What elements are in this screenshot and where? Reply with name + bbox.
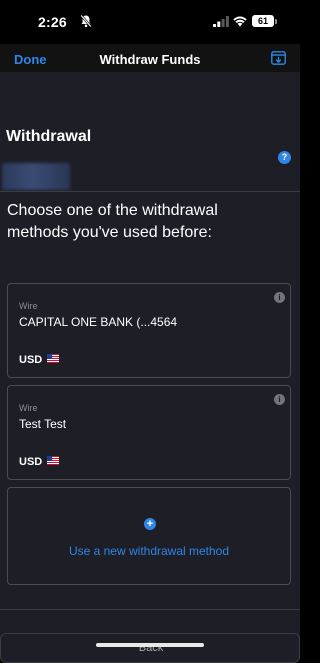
info-icon[interactable]: i	[274, 394, 285, 405]
wifi-icon	[233, 16, 247, 27]
method-name: CAPITAL ONE BANK (...4564	[19, 315, 178, 329]
add-method-label: Use a new withdrawal method	[68, 544, 230, 558]
battery-icon: 61	[252, 15, 274, 27]
account-redacted	[2, 163, 70, 190]
method-name: Test Test	[19, 417, 67, 431]
battery-tip	[275, 19, 277, 24]
plus-icon: +	[144, 518, 156, 530]
done-button[interactable]: Done	[14, 52, 47, 67]
home-indicator	[96, 643, 204, 647]
back-button[interactable]: Back	[0, 633, 300, 663]
add-withdrawal-method-card[interactable]: + Use a new withdrawal method	[7, 487, 291, 585]
us-flag-icon	[47, 354, 59, 363]
withdrawal-method-card[interactable]: i Wire CAPITAL ONE BANK (...4564 USD	[7, 283, 291, 378]
method-type: Wire	[19, 301, 38, 311]
divider	[0, 191, 300, 192]
cellular-signal-icon	[213, 16, 229, 27]
section-title: Withdrawal	[6, 128, 92, 145]
withdrawal-prompt: Choose one of the withdrawal methods you…	[7, 202, 218, 241]
info-icon[interactable]: i	[274, 292, 285, 303]
status-time: 2:26	[38, 14, 67, 30]
method-currency: USD	[19, 456, 43, 468]
status-bar: 2:26 61	[0, 0, 300, 44]
withdrawal-method-card[interactable]: i Wire Test Test USD	[7, 385, 291, 480]
main-content: Withdrawal ? Choose one of the withdrawa…	[0, 72, 300, 652]
divider	[0, 609, 300, 610]
help-icon[interactable]: ?	[278, 151, 291, 164]
method-currency: USD	[19, 354, 43, 366]
us-flag-icon	[47, 456, 59, 465]
export-icon[interactable]	[271, 51, 286, 65]
nav-bar: Done Withdraw Funds	[0, 44, 300, 72]
method-type: Wire	[19, 403, 38, 413]
bell-off-icon	[80, 14, 92, 28]
